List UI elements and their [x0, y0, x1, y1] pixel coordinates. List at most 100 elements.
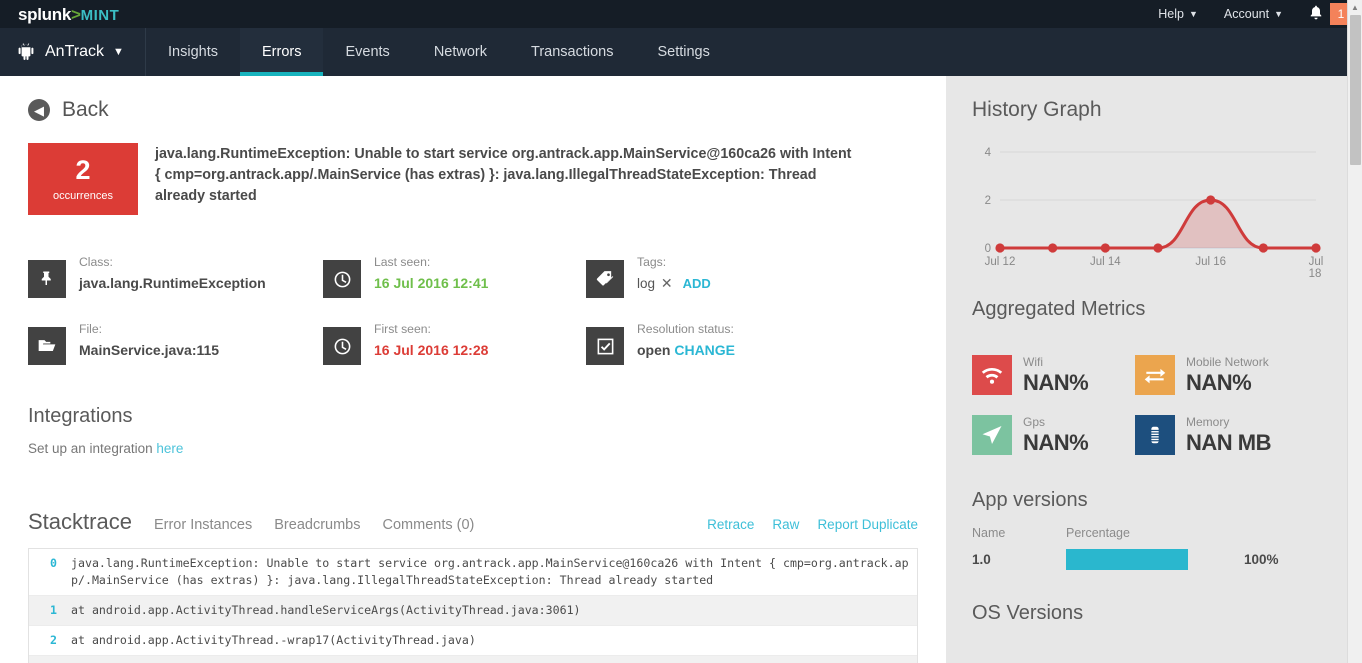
- app-versions-rows: 1.0 100%: [972, 549, 1326, 570]
- x-axis-label: Jul 14: [1089, 256, 1121, 268]
- help-menu[interactable]: Help ▼: [1158, 7, 1198, 21]
- nav-tab-label: Events: [345, 44, 390, 60]
- back-label: Back: [62, 98, 109, 121]
- stacktrace-line-code: java.lang.RuntimeException: Unable to st…: [71, 556, 909, 587]
- stacktrace-line-code: at android.app.ActivityThread.-wrap17(Ac…: [71, 633, 476, 647]
- error-header: 2 occurrences java.lang.RuntimeException…: [0, 122, 946, 215]
- nav-tab-events[interactable]: Events: [323, 28, 411, 76]
- meta-text: Last seen: 16 Jul 2016 12:41: [374, 255, 488, 298]
- top-bar-right: Help ▼ Account ▼ 1: [1158, 0, 1362, 28]
- app-version-bar: [1066, 549, 1188, 570]
- stacktrace-list: 0 java.lang.RuntimeException: Unable to s…: [28, 548, 918, 663]
- nav-tab-label: Insights: [168, 44, 218, 60]
- arrow-left-circle-icon: ◀: [28, 99, 50, 121]
- metric-text: Mobile Network NAN%: [1186, 355, 1269, 396]
- account-menu[interactable]: Account ▼: [1224, 7, 1283, 21]
- scrollbar-thumb[interactable]: [1350, 15, 1361, 165]
- account-label: Account: [1223, 7, 1270, 21]
- tab-comments[interactable]: Comments (0): [383, 517, 475, 533]
- tag-icon: [586, 260, 624, 298]
- splunk-mint-logo[interactable]: splunk > MINT: [18, 6, 119, 23]
- nav-tab-label: Transactions: [531, 44, 614, 60]
- nav-tab-transactions[interactable]: Transactions: [509, 28, 635, 76]
- aggregated-metrics-grid: Wifi NAN% Mobile Network NAN% Gps NAN% Memory N…: [972, 355, 1326, 456]
- meta-text: File: MainService.java:115: [79, 322, 219, 365]
- tag-chip: log: [637, 276, 656, 291]
- integrations-title: Integrations: [28, 405, 133, 427]
- nav-tab-errors[interactable]: Errors: [239, 28, 324, 76]
- brand-mint: MINT: [80, 6, 120, 24]
- metric-memory: Memory NAN MB: [1135, 415, 1326, 456]
- stacktrace-row: 3at android.app.ActivityThread$H.handleM…: [29, 656, 917, 663]
- bell-icon[interactable]: [1309, 5, 1323, 23]
- x-axis-label: Jul 18: [1308, 256, 1324, 280]
- tab-error-instances[interactable]: Error Instances: [154, 517, 252, 533]
- app-version-name: 1.0: [972, 552, 991, 567]
- metric-label: Gps: [1023, 415, 1046, 429]
- meta-text: Tags: log ✕ ADD: [637, 255, 711, 298]
- meta-text: First seen: 16 Jul 2016 12:28: [374, 322, 488, 365]
- meta-first-seen: First seen: 16 Jul 2016 12:28: [323, 322, 586, 365]
- triangle-up-icon[interactable]: ▲: [1348, 0, 1362, 15]
- page-scrollbar[interactable]: ▲: [1347, 0, 1362, 663]
- metric-mobile-network: Mobile Network NAN%: [1135, 355, 1326, 396]
- meta-label: File:: [79, 322, 103, 336]
- occurrences-count: 2: [75, 154, 91, 185]
- stacktrace-row: 0 java.lang.RuntimeException: Unable to s…: [29, 549, 917, 596]
- retrace-action[interactable]: Retrace: [707, 517, 754, 532]
- gps-icon: [972, 415, 1012, 455]
- stacktrace-actions: Retrace Raw Report Duplicate: [707, 517, 918, 532]
- app-selector[interactable]: AnTrack ▼: [0, 28, 146, 76]
- main-panel: ◀ Back 2 occurrences java.lang.RuntimeEx…: [0, 76, 946, 663]
- meta-value: MainService.java:115: [79, 342, 220, 358]
- meta-value: log ✕ ADD: [637, 275, 711, 292]
- stacktrace-line-code: at android.app.ActivityThread.handleServ…: [71, 603, 581, 617]
- meta-label: Class:: [79, 255, 113, 269]
- metric-value: NAN%: [1186, 370, 1252, 395]
- folder-icon: [28, 327, 66, 365]
- integrations-subtext: Set up an integration here: [28, 441, 946, 456]
- chevron-down-icon: ▼: [1188, 9, 1198, 19]
- integrations-section: Integrations Set up an integration here: [28, 405, 946, 456]
- raw-action[interactable]: Raw: [772, 517, 799, 532]
- integrations-here-link[interactable]: here: [156, 441, 183, 456]
- x-axis-label: Jul 12: [984, 256, 1016, 268]
- stacktrace-row: 1 at android.app.ActivityThread.handleSer…: [29, 596, 917, 626]
- meta-label: Last seen:: [374, 255, 431, 269]
- add-tag-link[interactable]: ADD: [683, 276, 711, 291]
- svg-text:4: 4: [985, 147, 992, 159]
- error-metadata-grid: Class: java.lang.RuntimeException Last see…: [28, 255, 946, 365]
- nav-tab-settings[interactable]: Settings: [635, 28, 731, 76]
- brand-splunk: splunk: [18, 4, 71, 24]
- content-area: ◀ Back 2 occurrences java.lang.RuntimeEx…: [0, 76, 1362, 663]
- occurrences-label: occurrences: [53, 189, 113, 202]
- meta-tags: Tags: log ✕ ADD: [586, 255, 946, 298]
- report-duplicate-action[interactable]: Report Duplicate: [817, 517, 918, 532]
- clock-icon: [323, 260, 361, 298]
- meta-text: Resolution status: open CHANGE: [637, 322, 735, 365]
- nav-tab-label: Settings: [657, 44, 710, 60]
- os-versions-section: OS Versions: [972, 602, 1326, 625]
- back-button[interactable]: ◀ Back: [0, 76, 946, 122]
- stacktrace-row: 2 at android.app.ActivityThread.-wrap17(A…: [29, 626, 917, 656]
- side-panel: History Graph 024 Jul 12 Jul 14 Jul 16 Jul …: [946, 76, 1350, 663]
- change-status-link[interactable]: CHANGE: [674, 342, 735, 358]
- close-icon[interactable]: ✕: [657, 275, 673, 291]
- nav-tab-network[interactable]: Network: [412, 28, 509, 76]
- x-axis-label: Jul 16: [1195, 256, 1226, 268]
- integrations-text: Set up an integration: [28, 441, 157, 456]
- tab-breadcrumbs[interactable]: Breadcrumbs: [274, 517, 360, 533]
- nav-tab-insights[interactable]: Insights: [146, 28, 240, 76]
- meta-last-seen: Last seen: 16 Jul 2016 12:41: [323, 255, 586, 298]
- column-name: Name: [972, 526, 1006, 540]
- nav-tab-label: Errors: [261, 44, 302, 60]
- app-versions-title: App versions: [972, 489, 1088, 511]
- chevron-down-icon: ▼: [1274, 9, 1283, 19]
- stacktrace-line-number: 0: [50, 556, 57, 570]
- svg-text:2: 2: [985, 195, 991, 207]
- chevron-down-icon: ▼: [112, 46, 124, 58]
- meta-label: Resolution status:: [637, 322, 734, 336]
- metric-text: Gps NAN%: [1023, 415, 1089, 456]
- metric-value: NAN%: [1023, 370, 1089, 395]
- wifi-icon: [972, 355, 1012, 395]
